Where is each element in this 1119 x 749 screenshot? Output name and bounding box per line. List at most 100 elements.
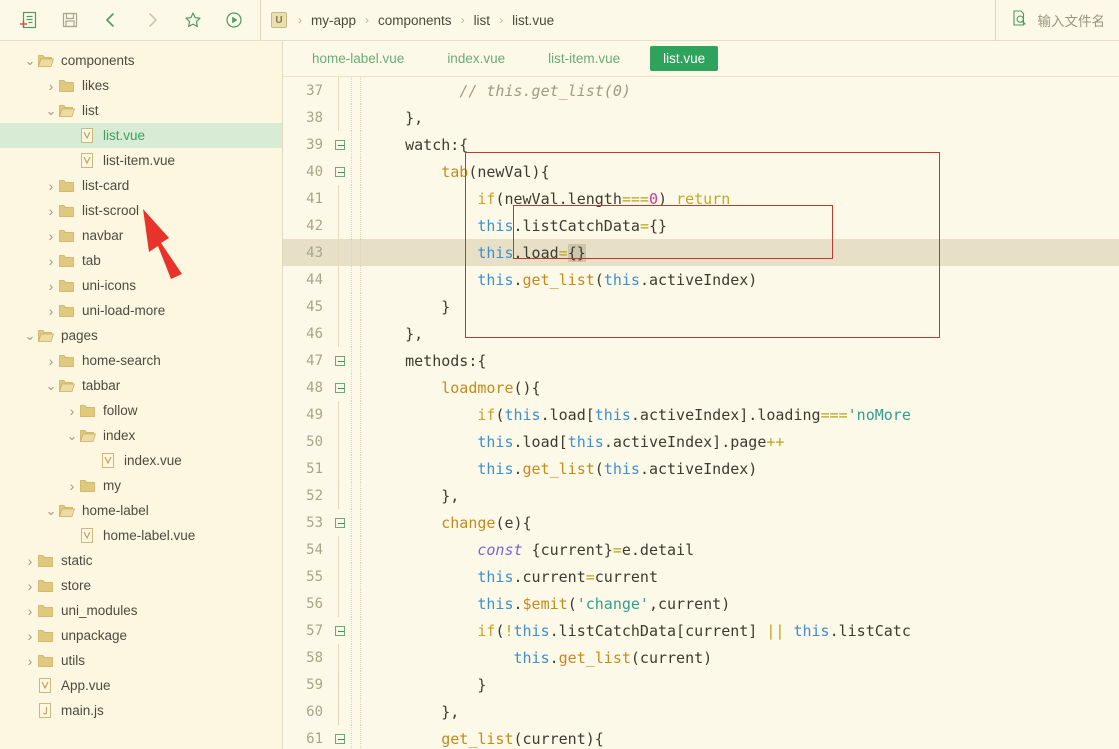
indent-guides bbox=[351, 482, 369, 509]
tree-item-index[interactable]: ⌄ index bbox=[0, 423, 282, 448]
chevron-right-icon[interactable]: › bbox=[43, 278, 59, 294]
tree-item-home-search[interactable]: › home-search bbox=[0, 348, 282, 373]
code-line[interactable]: 46 }, bbox=[283, 320, 1119, 347]
tree-item-likes[interactable]: › likes bbox=[0, 73, 282, 98]
tree-item-list-scrool[interactable]: › list-scrool bbox=[0, 198, 282, 223]
code-line[interactable]: 54 const {current}=e.detail bbox=[283, 536, 1119, 563]
code-line[interactable]: 60 }, bbox=[283, 698, 1119, 725]
chevron-down-icon[interactable]: ⌄ bbox=[22, 328, 38, 344]
fold-toggle-icon[interactable] bbox=[329, 139, 351, 150]
code-line[interactable]: 45 } bbox=[283, 293, 1119, 320]
chevron-right-icon[interactable]: › bbox=[22, 553, 38, 569]
editor-tab-list-vue[interactable]: list.vue bbox=[650, 46, 719, 71]
chevron-right-icon[interactable]: › bbox=[22, 578, 38, 594]
breadcrumb-item-2[interactable]: list bbox=[472, 13, 493, 28]
project-explorer[interactable]: ⌄ components › likes ⌄ list list.vue list-item.… bbox=[0, 41, 283, 749]
fold-toggle-icon[interactable] bbox=[329, 733, 351, 744]
tree-item-uni-load-more[interactable]: › uni-load-more bbox=[0, 298, 282, 323]
tree-item-list-card[interactable]: › list-card bbox=[0, 173, 282, 198]
chevron-right-icon[interactable]: › bbox=[22, 628, 38, 644]
tree-item-pages[interactable]: ⌄ pages bbox=[0, 323, 282, 348]
save-icon[interactable] bbox=[49, 5, 90, 35]
code-line[interactable]: 52 }, bbox=[283, 482, 1119, 509]
code-line[interactable]: 41 if(newVal.length===0) return bbox=[283, 185, 1119, 212]
code-line[interactable]: 37 // this.get_list(0) bbox=[283, 77, 1119, 104]
fold-toggle-icon[interactable] bbox=[329, 625, 351, 636]
code-line[interactable]: 56 this.$emit('change',current) bbox=[283, 590, 1119, 617]
chevron-down-icon[interactable]: ⌄ bbox=[43, 103, 59, 119]
editor-tab-index-vue[interactable]: index.vue bbox=[434, 46, 518, 71]
editor-tab-list-item-vue[interactable]: list-item.vue bbox=[535, 46, 633, 71]
code-line[interactable]: 42 this.listCatchData={} bbox=[283, 212, 1119, 239]
new-file-icon[interactable] bbox=[8, 5, 49, 35]
tree-item-my[interactable]: › my bbox=[0, 473, 282, 498]
tree-item-tabbar[interactable]: ⌄ tabbar bbox=[0, 373, 282, 398]
chevron-right-icon[interactable]: › bbox=[43, 78, 59, 94]
tree-item-utils[interactable]: › utils bbox=[0, 648, 282, 673]
tree-item-unpackage[interactable]: › unpackage bbox=[0, 623, 282, 648]
code-line[interactable]: 49 if(this.load[this.activeIndex].loadin… bbox=[283, 401, 1119, 428]
chevron-right-icon[interactable]: › bbox=[43, 303, 59, 319]
code-line[interactable]: 61 get_list(current){ bbox=[283, 725, 1119, 749]
tree-item-follow[interactable]: › follow bbox=[0, 398, 282, 423]
tree-item-store[interactable]: › store bbox=[0, 573, 282, 598]
code-line[interactable]: 44 this.get_list(this.activeIndex) bbox=[283, 266, 1119, 293]
fold-end-marker bbox=[329, 482, 351, 509]
search-input[interactable]: 输入文件名 bbox=[1038, 10, 1106, 30]
breadcrumb-item-1[interactable]: components bbox=[376, 13, 454, 28]
chevron-right-icon[interactable]: › bbox=[22, 603, 38, 619]
tree-item-home-label[interactable]: ⌄ home-label bbox=[0, 498, 282, 523]
tree-item-components[interactable]: ⌄ components bbox=[0, 48, 282, 73]
code-line[interactable]: 47 methods:{ bbox=[283, 347, 1119, 374]
code-line[interactable]: 43 this.load={} bbox=[283, 239, 1119, 266]
chevron-down-icon[interactable]: ⌄ bbox=[22, 53, 38, 69]
fold-toggle-icon[interactable] bbox=[329, 382, 351, 393]
code-viewport[interactable]: 37 // this.get_list(0) 38 }, 39 watch:{40 … bbox=[283, 77, 1119, 749]
tree-item-tab[interactable]: › tab bbox=[0, 248, 282, 273]
chevron-right-icon[interactable]: › bbox=[43, 353, 59, 369]
fold-toggle-icon[interactable] bbox=[329, 355, 351, 366]
code-line[interactable]: 57 if(!this.listCatchData[current] || th… bbox=[283, 617, 1119, 644]
tree-item-app-vue[interactable]: App.vue bbox=[0, 673, 282, 698]
code-line[interactable]: 55 this.current=current bbox=[283, 563, 1119, 590]
tree-item-index-vue[interactable]: index.vue bbox=[0, 448, 282, 473]
chevron-right-icon[interactable]: › bbox=[43, 203, 59, 219]
fold-toggle-icon[interactable] bbox=[329, 517, 351, 528]
tree-item-uni-icons[interactable]: › uni-icons bbox=[0, 273, 282, 298]
tree-item-list-item-vue[interactable]: list-item.vue bbox=[0, 148, 282, 173]
code-line[interactable]: 59 } bbox=[283, 671, 1119, 698]
editor-tab-home-label-vue[interactable]: home-label.vue bbox=[299, 46, 417, 71]
back-icon[interactable] bbox=[90, 5, 131, 35]
chevron-right-icon[interactable]: › bbox=[22, 653, 38, 669]
chevron-right-icon[interactable]: › bbox=[64, 403, 80, 419]
tree-item-uni-modules[interactable]: › uni_modules bbox=[0, 598, 282, 623]
fold-toggle-icon[interactable] bbox=[329, 166, 351, 177]
code-line[interactable]: 53 change(e){ bbox=[283, 509, 1119, 536]
breadcrumb-item-3[interactable]: list.vue bbox=[510, 13, 556, 28]
chevron-right-icon[interactable]: › bbox=[64, 478, 80, 494]
file-search-icon[interactable] bbox=[1010, 9, 1028, 32]
chevron-down-icon[interactable]: ⌄ bbox=[64, 428, 80, 444]
chevron-right-icon[interactable]: › bbox=[43, 228, 59, 244]
breadcrumb-item-0[interactable]: my-app bbox=[309, 13, 358, 28]
tree-item-list-vue[interactable]: list.vue bbox=[0, 123, 282, 148]
code-line[interactable]: 58 this.get_list(current) bbox=[283, 644, 1119, 671]
tree-item-home-label-vue[interactable]: home-label.vue bbox=[0, 523, 282, 548]
chevron-right-icon[interactable]: › bbox=[43, 253, 59, 269]
code-line[interactable]: 40 tab(newVal){ bbox=[283, 158, 1119, 185]
tree-item-static[interactable]: › static bbox=[0, 548, 282, 573]
bookmark-star-icon[interactable] bbox=[172, 5, 213, 35]
chevron-down-icon[interactable]: ⌄ bbox=[43, 378, 59, 394]
tree-item-main-js[interactable]: main.js bbox=[0, 698, 282, 723]
code-line[interactable]: 39 watch:{ bbox=[283, 131, 1119, 158]
chevron-down-icon[interactable]: ⌄ bbox=[43, 503, 59, 519]
code-line[interactable]: 50 this.load[this.activeIndex].page++ bbox=[283, 428, 1119, 455]
run-icon[interactable] bbox=[213, 5, 254, 35]
chevron-right-icon[interactable]: › bbox=[43, 178, 59, 194]
forward-icon[interactable] bbox=[131, 5, 172, 35]
tree-item-list[interactable]: ⌄ list bbox=[0, 98, 282, 123]
code-line[interactable]: 51 this.get_list(this.activeIndex) bbox=[283, 455, 1119, 482]
tree-item-navbar[interactable]: › navbar bbox=[0, 223, 282, 248]
code-line[interactable]: 48 loadmore(){ bbox=[283, 374, 1119, 401]
code-line[interactable]: 38 }, bbox=[283, 104, 1119, 131]
